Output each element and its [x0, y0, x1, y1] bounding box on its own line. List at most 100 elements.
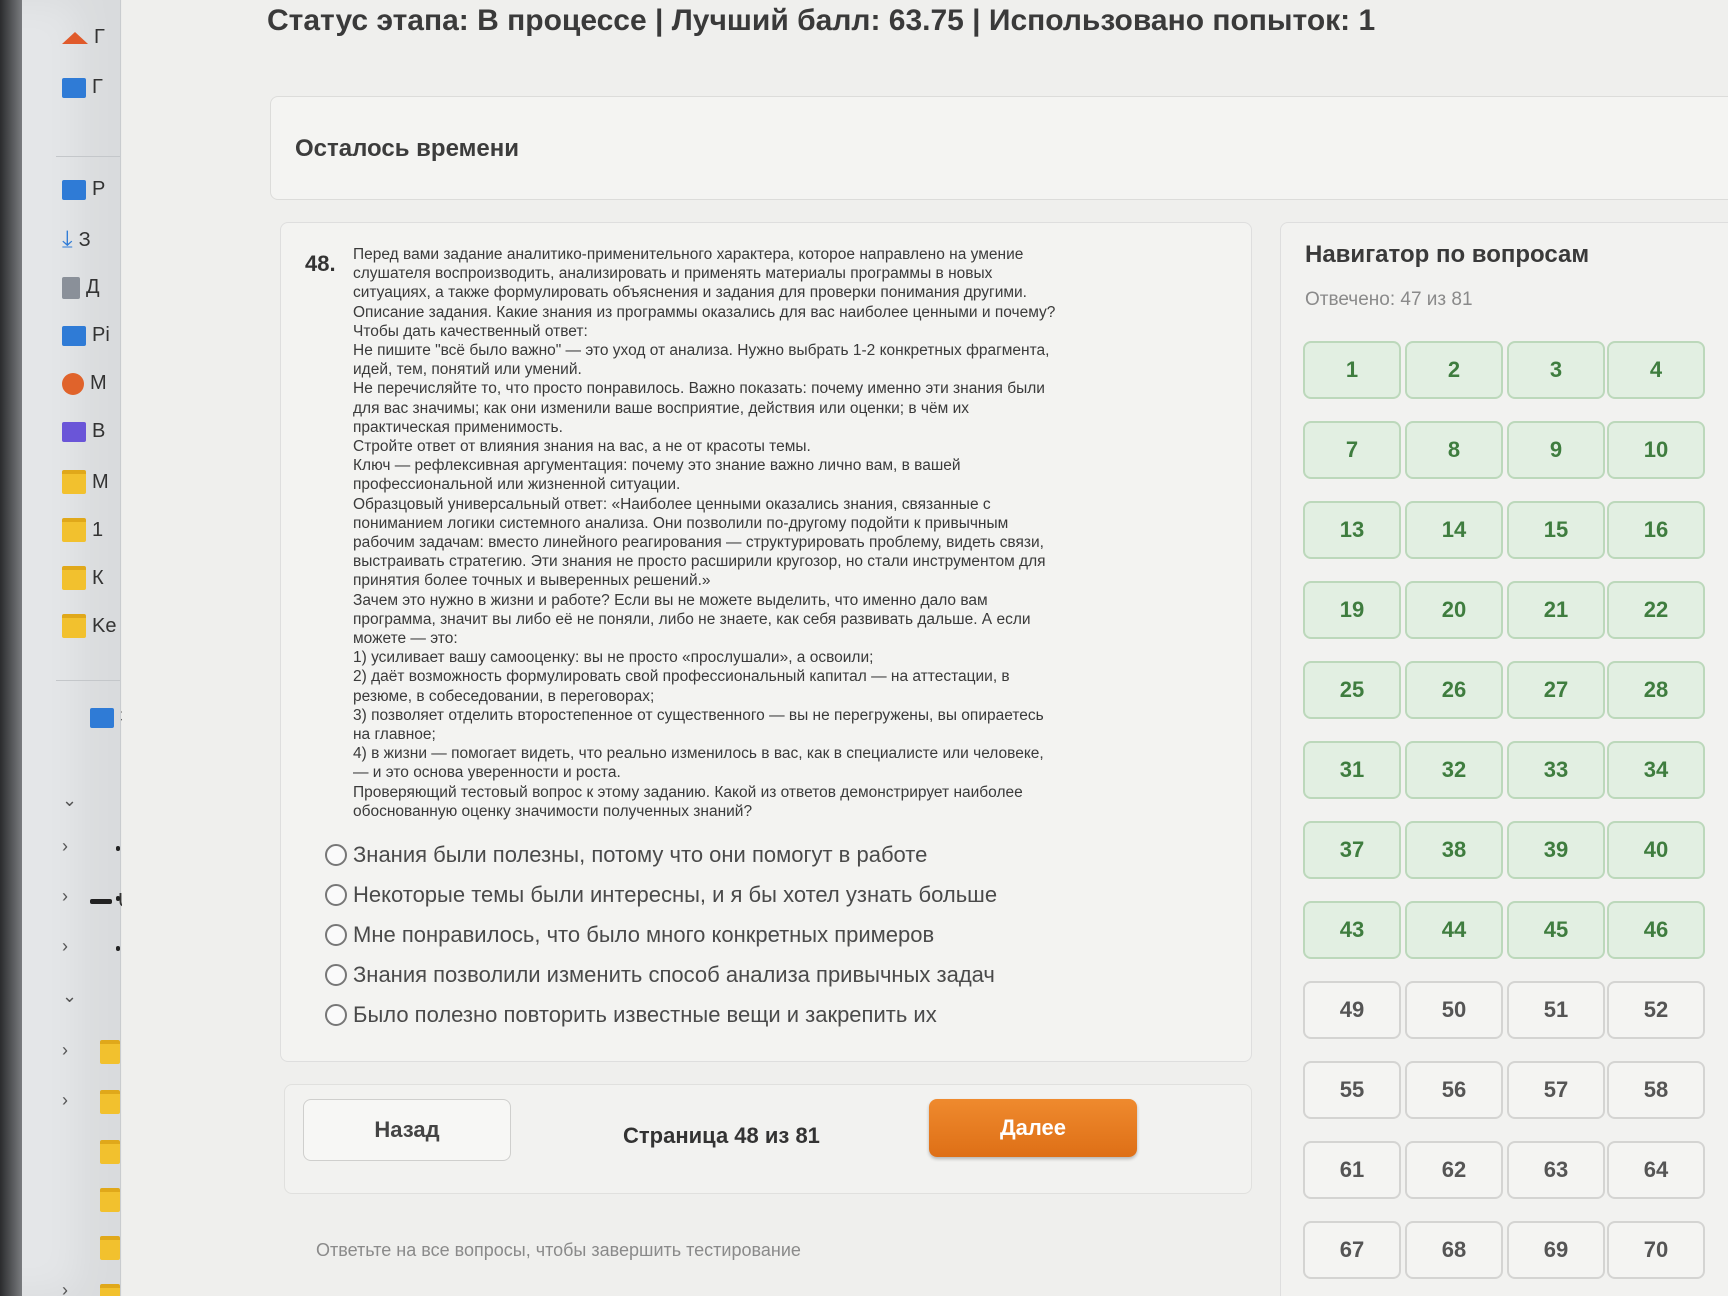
folder-icon [100, 1140, 120, 1164]
question-nav-button[interactable]: 44 [1405, 901, 1503, 959]
question-nav-button[interactable]: 9 [1507, 421, 1605, 479]
explorer-item[interactable]: В [62, 420, 105, 443]
radio-button[interactable] [325, 924, 347, 946]
tree-chevron-icon[interactable]: ⌄ [62, 986, 77, 1007]
question-text-line: 4) в жизни — помогает видеть, что реальн… [353, 745, 1044, 763]
explorer-item-label: М [90, 372, 107, 394]
question-text: Перед вами задание аналитико-применитель… [353, 245, 1153, 821]
answer-option[interactable]: Знания были полезны, потому что они помо… [325, 835, 997, 875]
video-icon [62, 421, 86, 442]
folder-icon [100, 1040, 120, 1064]
question-nav-button[interactable]: 57 [1507, 1061, 1605, 1119]
question-nav-button[interactable]: 3 [1507, 341, 1605, 399]
question-nav-button[interactable]: 64 [1607, 1141, 1705, 1199]
radio-button[interactable] [325, 884, 347, 906]
question-nav-button[interactable]: 14 [1405, 501, 1503, 559]
question-text-line: практическая применимость. [353, 418, 563, 436]
document-icon [62, 276, 80, 299]
question-nav-button[interactable]: 58 [1607, 1061, 1705, 1119]
explorer-item[interactable]: К [62, 566, 104, 590]
question-nav-button[interactable]: 50 [1405, 981, 1503, 1039]
explorer-item[interactable]: Р [62, 178, 105, 201]
answer-options: Знания были полезны, потому что они помо… [325, 835, 997, 1035]
question-nav-button[interactable]: 32 [1405, 741, 1503, 799]
question-nav-button[interactable]: 62 [1405, 1141, 1503, 1199]
question-nav-button[interactable]: 38 [1405, 821, 1503, 879]
answer-option[interactable]: Некоторые темы были интересны, и я бы хо… [325, 875, 997, 915]
explorer-item-label: Р [92, 178, 106, 200]
tree-chevron-icon[interactable]: ⌄ [62, 790, 77, 811]
question-text-line: Ключ — рефлексивная аргументация: почему… [353, 457, 961, 475]
question-nav-button[interactable]: 10 [1607, 421, 1705, 479]
question-nav-button[interactable]: 70 [1607, 1221, 1705, 1279]
question-nav-button[interactable]: 31 [1303, 741, 1401, 799]
explorer-item[interactable]: М [62, 372, 107, 395]
question-nav-button[interactable]: 26 [1405, 661, 1503, 719]
tree-chevron-icon[interactable]: › [62, 1090, 68, 1111]
page-title: Статус этапа: В процессе | Лучший балл: … [267, 4, 1376, 37]
question-nav-button[interactable]: 20 [1405, 581, 1503, 639]
question-nav-button[interactable]: 61 [1303, 1141, 1401, 1199]
screen: ГГР⤓ЗДPiМВМ1КKeЭU⌄›››⌄››› Статус этапа: … [0, 0, 1728, 1296]
radio-button[interactable] [325, 1004, 347, 1026]
question-nav-button[interactable]: 2 [1405, 341, 1503, 399]
question-nav-button[interactable]: 7 [1303, 421, 1401, 479]
drive-icon [116, 846, 120, 851]
radio-button[interactable] [325, 964, 347, 986]
question-nav-button[interactable]: 51 [1507, 981, 1605, 1039]
question-text-line: пониманием логики системного анализа. Он… [353, 514, 1009, 532]
question-nav-button[interactable]: 13 [1303, 501, 1401, 559]
explorer-item-label: Pi [92, 324, 110, 346]
tree-chevron-icon[interactable]: › [62, 1040, 68, 1061]
question-nav-button[interactable]: 22 [1607, 581, 1705, 639]
question-nav-button[interactable]: 56 [1405, 1061, 1503, 1119]
answer-option[interactable]: Знания позволили изменить способ анализа… [325, 955, 997, 995]
explorer-item[interactable]: М [62, 470, 109, 494]
explorer-item[interactable]: Г [62, 26, 105, 49]
question-nav-button[interactable]: 69 [1507, 1221, 1605, 1279]
divider [56, 156, 120, 157]
question-nav-button[interactable]: 8 [1405, 421, 1503, 479]
explorer-item[interactable]: 1 [62, 518, 103, 542]
question-nav-button[interactable]: 21 [1507, 581, 1605, 639]
question-nav-button[interactable]: 19 [1303, 581, 1401, 639]
question-nav-button[interactable]: 52 [1607, 981, 1705, 1039]
tree-chevron-icon[interactable]: › [62, 1280, 68, 1296]
question-nav-button[interactable]: 40 [1607, 821, 1705, 879]
tree-chevron-icon[interactable]: › [62, 886, 68, 907]
question-nav-button[interactable]: 63 [1507, 1141, 1605, 1199]
answer-option[interactable]: Было полезно повторить известные вещи и … [325, 995, 997, 1035]
question-nav-button[interactable]: 37 [1303, 821, 1401, 879]
question-nav-button[interactable]: 67 [1303, 1221, 1401, 1279]
question-nav-button[interactable]: 46 [1607, 901, 1705, 959]
question-nav-button[interactable]: 39 [1507, 821, 1605, 879]
question-nav-button[interactable]: 43 [1303, 901, 1401, 959]
question-nav-button[interactable]: 68 [1405, 1221, 1503, 1279]
explorer-item[interactable]: Pi [62, 324, 110, 347]
explorer-item[interactable]: Д [62, 276, 100, 299]
radio-button[interactable] [325, 844, 347, 866]
question-nav-button[interactable]: 25 [1303, 661, 1401, 719]
question-nav-button[interactable]: 34 [1607, 741, 1705, 799]
tree-chevron-icon[interactable]: › [62, 836, 68, 857]
back-button[interactable]: Назад [303, 1099, 511, 1161]
question-nav-button[interactable]: 49 [1303, 981, 1401, 1039]
answer-option-label: Мне понравилось, что было много конкретн… [353, 922, 935, 947]
explorer-item[interactable]: Ke [62, 614, 116, 638]
explorer-item[interactable]: Г [62, 76, 103, 99]
next-button[interactable]: Далее [929, 1099, 1137, 1157]
question-nav-button[interactable]: 55 [1303, 1061, 1401, 1119]
answer-option[interactable]: Мне понравилось, что было много конкретн… [325, 915, 997, 955]
question-number: 48. [305, 251, 336, 276]
question-nav-button[interactable]: 16 [1607, 501, 1705, 559]
explorer-item[interactable]: ⤓ З [62, 226, 91, 254]
question-text-line: Зачем это нужно в жизни и работе? Если в… [353, 591, 988, 609]
question-nav-button[interactable]: 28 [1607, 661, 1705, 719]
tree-chevron-icon[interactable]: › [62, 936, 68, 957]
question-nav-button[interactable]: 1 [1303, 341, 1401, 399]
question-nav-button[interactable]: 45 [1507, 901, 1605, 959]
question-nav-button[interactable]: 4 [1607, 341, 1705, 399]
question-nav-button[interactable]: 33 [1507, 741, 1605, 799]
question-nav-button[interactable]: 27 [1507, 661, 1605, 719]
question-nav-button[interactable]: 15 [1507, 501, 1605, 559]
